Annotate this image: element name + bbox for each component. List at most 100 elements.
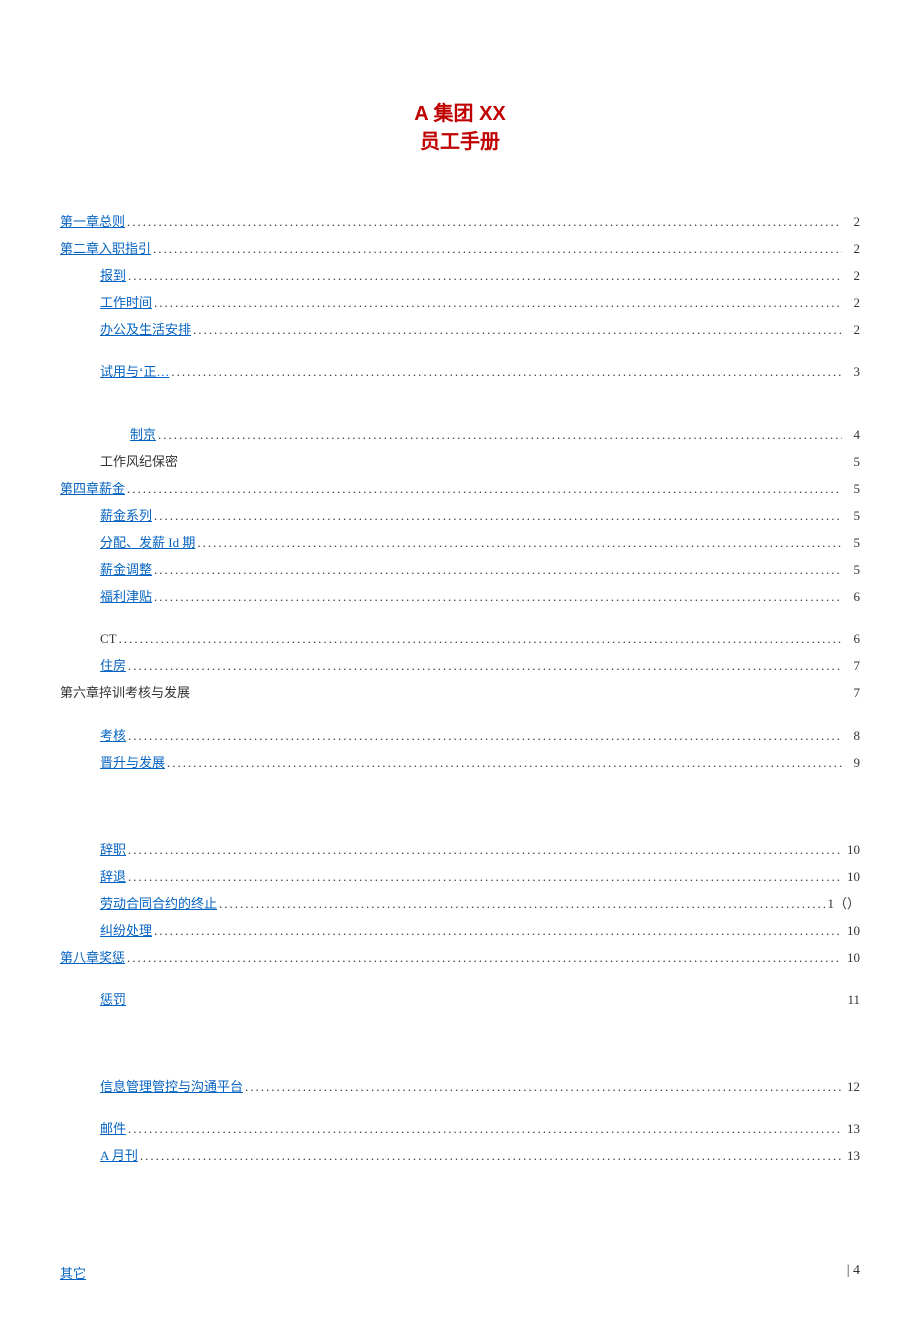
toc-entry: 办公及生活安排.................................… <box>60 319 860 341</box>
toc-leader-dots: ........................................… <box>140 1145 842 1167</box>
toc-entry-page: 5 <box>844 532 860 554</box>
toc-leader-dots: ........................................… <box>197 532 842 554</box>
toc-leader-dots: ........................................… <box>171 361 842 383</box>
toc-leader-dots: ........................................… <box>219 893 825 915</box>
toc-entry: 劳动合同合约的终止...............................… <box>60 893 860 915</box>
toc-entry-label[interactable]: 辞职 <box>100 839 126 861</box>
toc-leader-dots: ........................................… <box>119 628 842 650</box>
toc-entry-page: 2 <box>844 211 860 233</box>
toc-entry-page: 5 <box>844 559 860 581</box>
toc-entry-page: 3 <box>844 361 860 383</box>
toc-entry: 信息管理管控与沟通平台.............................… <box>60 1076 860 1098</box>
toc-entry-page: 11 <box>844 989 860 1011</box>
toc-entry-page: 4 <box>844 424 860 446</box>
toc-leader-dots: ........................................… <box>154 586 842 608</box>
toc-entry-label[interactable]: 辞退 <box>100 866 126 888</box>
toc-leader-dots: ........................................… <box>128 839 842 861</box>
toc-entry-label[interactable]: 第八章奖惩 <box>60 947 125 969</box>
toc-entry: 住房......................................… <box>60 655 860 677</box>
toc-entry: 第八章奖惩...................................… <box>60 947 860 969</box>
toc-entry-label[interactable]: 薪金系列 <box>100 505 152 527</box>
toc-leader-dots: ........................................… <box>128 725 842 747</box>
toc-entry-label[interactable]: 第一章总则 <box>60 211 125 233</box>
toc-entry: 分配、发薪 Id 期..............................… <box>60 532 860 554</box>
toc-entry: 工作时间....................................… <box>60 292 860 314</box>
toc-entry: 晋升与发展...................................… <box>60 752 860 774</box>
toc-entry-page: 12 <box>844 1076 860 1098</box>
title-line-1: A 集团 XX <box>60 100 860 128</box>
toc-entry-page: 6 <box>844 586 860 608</box>
toc-entry-label[interactable]: 劳动合同合约的终止 <box>100 893 217 915</box>
toc-entry: 邮件......................................… <box>60 1118 860 1140</box>
toc-entry-page: 2 <box>844 319 860 341</box>
toc-entry-label[interactable]: 第二章入职指引 <box>60 238 151 260</box>
toc-entry-label[interactable]: A 月刊 <box>100 1145 138 1167</box>
toc-entry: 制京......................................… <box>60 424 860 446</box>
toc-leader-dots: ........................................… <box>193 319 842 341</box>
toc-leader-dots: ........................................… <box>167 752 842 774</box>
toc-entry-page: 7 <box>844 682 860 704</box>
toc-entry-label[interactable]: 考核 <box>100 725 126 747</box>
toc-entry-page: 5 <box>844 505 860 527</box>
toc-entry-label[interactable]: 薪金调整 <box>100 559 152 581</box>
toc-entry-label: 第六章捽训考核与发展 <box>60 682 190 704</box>
toc-entry-label[interactable]: 分配、发薪 Id 期 <box>100 532 195 554</box>
toc-leader-dots: ........................................… <box>127 211 842 233</box>
toc-entry-page: 2 <box>844 238 860 260</box>
toc-leader-dots: ........................................… <box>154 292 842 314</box>
toc-leader-dots: ........................................… <box>153 238 842 260</box>
toc-entry-page: 13 <box>844 1145 860 1167</box>
toc-entry-page: 9 <box>844 752 860 774</box>
table-of-contents: 第一章总则...................................… <box>60 211 860 1168</box>
toc-entry: 报到......................................… <box>60 265 860 287</box>
toc-leader-dots: ........................................… <box>245 1076 842 1098</box>
toc-entry-label[interactable]: 第四章薪金 <box>60 478 125 500</box>
footer-left-link[interactable]: 其它 <box>60 1263 86 1282</box>
toc-leader-dots: ........................................… <box>154 559 842 581</box>
toc-entry-label[interactable]: 工作时间 <box>100 292 152 314</box>
toc-entry: 辞退......................................… <box>60 866 860 888</box>
toc-entry: 福利津贴....................................… <box>60 586 860 608</box>
toc-entry-label: 工作风纪保密 <box>100 451 178 473</box>
toc-entry-label[interactable]: 信息管理管控与沟通平台 <box>100 1076 243 1098</box>
toc-entry-page: 2 <box>844 292 860 314</box>
toc-entry: 工作风纪保密..................................… <box>60 451 860 473</box>
toc-entry-page: 5 <box>844 451 860 473</box>
toc-leader-dots: ........................................… <box>127 478 842 500</box>
toc-entry: 第六章捽训考核与发展..............................… <box>60 682 860 704</box>
document-title-block: A 集团 XX 员工手册 <box>60 100 860 156</box>
toc-entry-label[interactable]: 办公及生活安排 <box>100 319 191 341</box>
toc-entry-label[interactable]: 试用与‘正… <box>100 361 169 383</box>
toc-entry: 薪金调整....................................… <box>60 559 860 581</box>
footer-page-indicator: | 4 <box>847 1263 860 1282</box>
toc-entry-page: 10 <box>844 947 860 969</box>
toc-entry-label[interactable]: 福利津贴 <box>100 586 152 608</box>
toc-leader-dots: ........................................… <box>128 265 842 287</box>
toc-entry-label[interactable]: 晋升与发展 <box>100 752 165 774</box>
toc-entry-page: 10 <box>844 920 860 942</box>
toc-entry-label[interactable]: 报到 <box>100 265 126 287</box>
toc-entry: 惩罚......................................… <box>60 989 860 1011</box>
toc-entry-page: 1（） <box>827 893 860 915</box>
footer-row: 其它 | 4 <box>60 1263 860 1282</box>
toc-entry-label[interactable]: 邮件 <box>100 1118 126 1140</box>
toc-entry: A 月刊....................................… <box>60 1145 860 1167</box>
toc-leader-dots: ........................................… <box>127 947 842 969</box>
toc-entry-label[interactable]: 制京 <box>130 424 156 446</box>
toc-leader-dots: ........................................… <box>128 866 842 888</box>
toc-entry-page: 7 <box>844 655 860 677</box>
toc-entry-label[interactable]: 纠纷处理 <box>100 920 152 942</box>
toc-entry: 纠纷处理....................................… <box>60 920 860 942</box>
toc-entry: 第一章总则...................................… <box>60 211 860 233</box>
toc-entry-label[interactable]: 住房 <box>100 655 126 677</box>
toc-entry-label[interactable]: 惩罚 <box>100 989 126 1011</box>
toc-entry: 辞职......................................… <box>60 839 860 861</box>
title-line-2: 员工手册 <box>60 128 860 156</box>
toc-entry: 第四章薪金...................................… <box>60 478 860 500</box>
toc-leader-dots: ........................................… <box>158 424 842 446</box>
toc-entry-page: 6 <box>844 628 860 650</box>
toc-entry-page: 2 <box>844 265 860 287</box>
toc-entry: 试用与‘正…..................................… <box>60 361 860 383</box>
toc-entry-page: 5 <box>844 478 860 500</box>
toc-entry-page: 8 <box>844 725 860 747</box>
